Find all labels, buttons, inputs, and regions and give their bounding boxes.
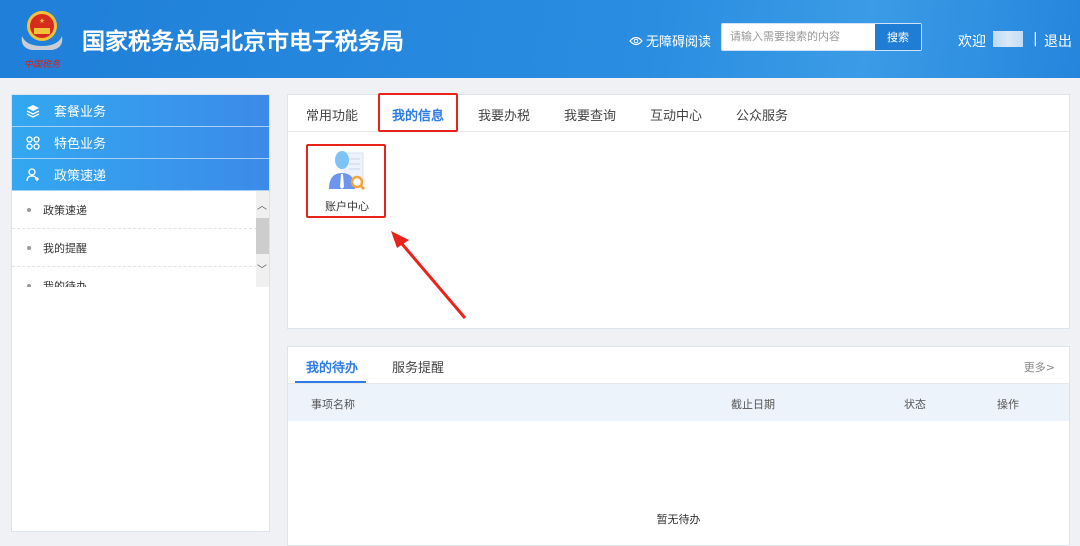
- submenu-label: 我的提醒: [43, 241, 87, 255]
- todo-tabs: 我的待办 服务提醒 更多>: [288, 347, 1069, 384]
- more-link[interactable]: 更多>: [1024, 359, 1055, 375]
- user-icon: [26, 167, 39, 181]
- account-user-icon: [329, 151, 366, 191]
- tab-query[interactable]: 我要查询: [564, 105, 616, 124]
- header: ★ 中国税务 国家税务总局北京市电子税务局 无障碍阅读 搜索 欢迎 | 退出: [0, 0, 1080, 78]
- submenu-label: 政策速递: [43, 203, 87, 217]
- account-center-tile[interactable]: 账户中心: [310, 149, 384, 214]
- chevron-up-icon[interactable]: ︿: [257, 197, 267, 212]
- sidebar: 套餐业务 特色业务 政策速递 政策速递 我的提醒 我的待办 ︿ ﹀: [11, 94, 270, 532]
- policy-submenu: 政策速递 我的提醒 我的待办 ︿ ﹀: [12, 191, 269, 287]
- submenu-item[interactable]: 政策速递: [12, 191, 257, 229]
- site-title: 国家税务总局北京市电子税务局: [82, 29, 404, 55]
- column-header: 操作: [997, 398, 1019, 411]
- svg-text:★: ★: [39, 17, 45, 25]
- tab-interaction[interactable]: 互动中心: [650, 105, 702, 124]
- column-header: 截止日期: [731, 398, 775, 411]
- red-arrow-annotation: [391, 231, 467, 319]
- submenu-item[interactable]: 我的提醒: [12, 229, 257, 267]
- todo-panel: 我的待办 服务提醒 更多> 事项名称 截止日期 状态 操作 暂无待办: [287, 346, 1070, 546]
- search-input[interactable]: [730, 30, 870, 43]
- menu-label: 套餐业务: [54, 105, 107, 120]
- todo-table-header: 事项名称 截止日期 状态 操作: [288, 384, 1069, 421]
- tab-service-reminder[interactable]: 服务提醒: [392, 357, 444, 376]
- tab-my-todo[interactable]: 我的待办: [306, 357, 358, 376]
- empty-state: 暂无待办: [656, 513, 701, 526]
- eye-icon: [629, 36, 643, 45]
- accessibility-label: 无障碍阅读: [646, 35, 712, 50]
- scrollbar-thumb[interactable]: [256, 218, 269, 254]
- highlight-box: [378, 93, 458, 132]
- tab-tax[interactable]: 我要办税: [478, 105, 530, 124]
- active-tab-underline: [295, 381, 366, 383]
- sidebar-menu-policy[interactable]: 政策速递: [12, 159, 269, 191]
- national-emblem-icon: ★: [21, 11, 63, 50]
- column-header: 状态: [904, 398, 926, 411]
- bullet-icon: [27, 207, 31, 212]
- bullet-icon: [27, 245, 31, 250]
- accessibility-link[interactable]: 无障碍阅读: [629, 31, 711, 50]
- scrollbar[interactable]: ︿ ﹀: [256, 191, 269, 287]
- sidebar-menu-package[interactable]: 套餐业务: [12, 95, 269, 127]
- separator: |: [1033, 31, 1038, 47]
- sidebar-menu-special[interactable]: 特色业务: [12, 127, 269, 159]
- column-header: 事项名称: [311, 398, 355, 411]
- search-box: 搜索: [721, 23, 922, 51]
- tab-public[interactable]: 公众服务: [736, 105, 788, 124]
- grid-icon: [26, 135, 40, 150]
- chevron-down-icon[interactable]: ﹀: [257, 261, 267, 276]
- layers-icon: [26, 104, 40, 118]
- welcome-text: 欢迎: [958, 34, 986, 50]
- logo-signature: 中国税务: [24, 60, 61, 70]
- username-blurred: [993, 31, 1023, 47]
- submenu-label: 我的待办: [43, 279, 87, 288]
- tile-label: 账户中心: [325, 200, 369, 213]
- menu-label: 政策速递: [54, 169, 107, 184]
- logout-link[interactable]: 退出: [1044, 31, 1072, 51]
- submenu-item[interactable]: 我的待办: [12, 267, 257, 287]
- bullet-icon: [27, 283, 31, 287]
- menu-label: 特色业务: [54, 137, 107, 152]
- search-button[interactable]: 搜索: [875, 24, 921, 50]
- tab-common[interactable]: 常用功能: [306, 105, 358, 124]
